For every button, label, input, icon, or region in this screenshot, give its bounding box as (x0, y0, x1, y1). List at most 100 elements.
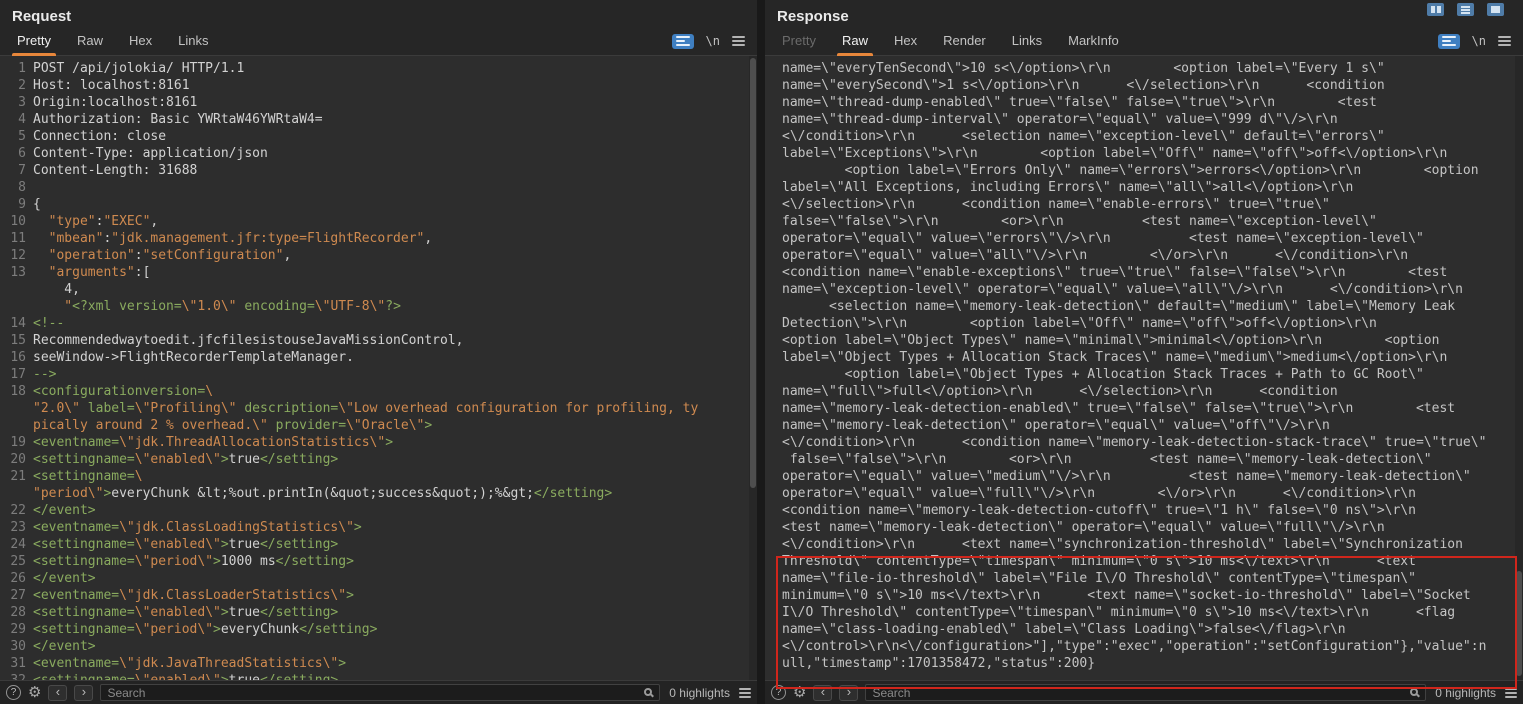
code-line: <option label=\"Object Types\" name=\"mi… (765, 332, 1514, 349)
layout-single-button[interactable] (1487, 3, 1504, 16)
layout-columns-button[interactable] (1427, 3, 1444, 16)
code-line: 1POST /api/jolokia/ HTTP/1.1 (0, 60, 748, 77)
response-tab-raw[interactable]: Raw (832, 27, 878, 56)
editor-menu-icon[interactable] (1498, 34, 1511, 48)
code-line: <test name=\"memory-leak-detection\" ope… (765, 519, 1514, 536)
search-settings-gear-icon[interactable]: ⚙ (28, 685, 41, 700)
code-line: I\/O Threshold\" contentType=\"timespan\… (765, 604, 1514, 621)
editor-menu-icon[interactable] (732, 34, 745, 48)
line-number: 16 (4, 349, 26, 366)
line-number: 5 (4, 128, 26, 145)
line-number (4, 485, 26, 502)
request-search-bar: ? ⚙ ‹ › 0 highlights (0, 680, 757, 704)
code-line: 30</event> (0, 638, 748, 655)
response-editor[interactable]: name=\"everyTenSecond\">10 s<\/option>\r… (765, 56, 1523, 680)
layout-rows-button[interactable] (1457, 3, 1474, 16)
code-line: 22</event> (0, 502, 748, 519)
code-line: name=\"everyTenSecond\">10 s<\/option>\r… (765, 60, 1514, 77)
line-number: 23 (4, 519, 26, 536)
scrollbar-thumb[interactable] (750, 58, 756, 488)
line-number: 3 (4, 94, 26, 111)
next-match-button[interactable]: › (74, 685, 93, 701)
response-tab-hex[interactable]: Hex (884, 27, 927, 56)
code-line: operator=\"equal\" value=\"medium\"\/>\r… (765, 468, 1514, 485)
code-line: 25<settingname=\"period\">1000 ms</setti… (0, 553, 748, 570)
line-number: 31 (4, 655, 26, 672)
response-tab-markinfo[interactable]: MarkInfo (1058, 27, 1129, 56)
prev-match-button[interactable]: ‹ (48, 685, 67, 701)
code-line: 11 "mbean":"jdk.management.jfr:type=Flig… (0, 230, 748, 247)
search-menu-icon[interactable] (1505, 686, 1517, 700)
code-line: <condition name=\"memory-leak-detection-… (765, 502, 1514, 519)
pretty-print-icon[interactable] (1438, 34, 1460, 49)
response-tab-links[interactable]: Links (1002, 27, 1052, 56)
code-line: 32<settingname=\"enabled\">true</setting… (0, 672, 748, 680)
code-line: name=\"everySecond\">1 s<\/option>\r\n <… (765, 77, 1514, 94)
code-line: "2.0\" label=\"Profiling\" description=\… (0, 400, 748, 417)
request-code: 1POST /api/jolokia/ HTTP/1.12Host: local… (0, 60, 748, 680)
scrollbar-thumb[interactable] (1516, 571, 1522, 676)
code-line: 24<settingname=\"enabled\">true</setting… (0, 536, 748, 553)
response-tab-render[interactable]: Render (933, 27, 996, 56)
line-number: 25 (4, 553, 26, 570)
code-line: operator=\"equal\" value=\"errors\"\/>\r… (765, 230, 1514, 247)
code-line: <option label=\"Errors Only\" name=\"err… (765, 162, 1514, 179)
code-line: Threshold\" contentType=\"timespan\" min… (765, 553, 1514, 570)
code-line: 19<eventname=\"jdk.ThreadAllocationStati… (0, 434, 748, 451)
line-number: 18 (4, 383, 26, 400)
code-line: <\/control>\r\n<\/configuration>"],"type… (765, 638, 1514, 655)
line-number: 17 (4, 366, 26, 383)
code-line: name=\"thread-dump-interval\" operator=\… (765, 111, 1514, 128)
request-tab-links[interactable]: Links (168, 27, 218, 56)
help-icon[interactable]: ? (6, 685, 21, 700)
newline-toggle[interactable]: \n (1472, 34, 1486, 48)
code-line: <\/selection>\r\n <condition name=\"enab… (765, 196, 1514, 213)
line-number: 11 (4, 230, 26, 247)
response-editor-toolbar: \n (1438, 34, 1515, 49)
request-panel-title: Request (0, 0, 757, 27)
editor-layout-buttons (1427, 3, 1504, 16)
code-line: ull,"timestamp":1701358472,"status":200} (765, 655, 1514, 672)
newline-toggle[interactable]: \n (706, 34, 720, 48)
code-line: 16seeWindow->FlightRecorderTemplateManag… (0, 349, 748, 366)
response-panel-title: Response (765, 0, 1523, 27)
request-tab-hex[interactable]: Hex (119, 27, 162, 56)
code-line: 14<!-- (0, 315, 748, 332)
search-input[interactable] (866, 686, 1425, 700)
search-input[interactable] (101, 686, 659, 700)
search-settings-gear-icon[interactable]: ⚙ (793, 685, 806, 700)
search-menu-icon[interactable] (739, 686, 751, 700)
line-number (4, 417, 26, 434)
request-scrollbar[interactable] (749, 56, 757, 680)
code-line: name=\"class-loading-enabled\" label=\"C… (765, 621, 1514, 638)
pretty-print-icon[interactable] (672, 34, 694, 49)
code-line: <condition name=\"enable-exceptions\" tr… (765, 264, 1514, 281)
code-line: name=\"memory-leak-detection-enabled\" t… (765, 400, 1514, 417)
code-line: name=\"memory-leak-detection\" operator=… (765, 417, 1514, 434)
response-scrollbar[interactable] (1515, 56, 1523, 680)
request-editor[interactable]: 1POST /api/jolokia/ HTTP/1.12Host: local… (0, 56, 757, 680)
line-number (4, 281, 26, 298)
code-line: 6Content-Type: application/json (0, 145, 748, 162)
code-line: name=\"file-io-threshold\" label=\"File … (765, 570, 1514, 587)
help-icon[interactable]: ? (771, 685, 786, 700)
request-tab-pretty[interactable]: Pretty (7, 27, 61, 56)
line-number: 22 (4, 502, 26, 519)
response-tab-pretty[interactable]: Pretty (772, 27, 826, 56)
next-match-button[interactable]: › (839, 685, 858, 701)
highlight-count: 0 highlights (1433, 686, 1498, 700)
request-tab-raw[interactable]: Raw (67, 27, 113, 56)
line-number: 1 (4, 60, 26, 77)
response-search-bar: ? ⚙ ‹ › 0 highlights (765, 680, 1523, 704)
line-number: 8 (4, 179, 26, 196)
code-line: pically around 2 % overhead.\" provider=… (0, 417, 748, 434)
code-line: operator=\"equal\" value=\"full\"\/>\r\n… (765, 485, 1514, 502)
line-number: 28 (4, 604, 26, 621)
prev-match-button[interactable]: ‹ (813, 685, 832, 701)
response-search-field (865, 684, 1426, 701)
code-line: 5Connection: close (0, 128, 748, 145)
code-line: name=\"thread-dump-enabled\" true=\"fals… (765, 94, 1514, 111)
line-number: 14 (4, 315, 26, 332)
search-icon (1410, 688, 1418, 696)
code-line: <\/condition>\r\n <selection name=\"exce… (765, 128, 1514, 145)
